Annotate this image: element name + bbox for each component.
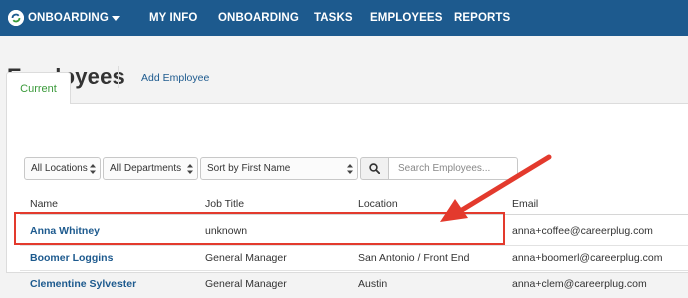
row-divider: [20, 245, 688, 246]
sort-select-value: Sort by First Name: [207, 163, 291, 174]
email-cell: anna+clem@careerplug.com: [512, 278, 647, 290]
location-cell: Austin: [358, 278, 388, 290]
job-title-cell: General Manager: [205, 278, 287, 290]
nav-my-info[interactable]: MY INFO: [149, 0, 197, 36]
chevron-down-icon: [111, 15, 120, 21]
employee-name-link[interactable]: Boomer Loggins: [30, 252, 113, 264]
sort-select[interactable]: Sort by First Name: [200, 157, 358, 180]
nav-tasks[interactable]: TASKS: [314, 0, 353, 36]
careerplug-logo-icon: [8, 10, 24, 26]
employee-name-link[interactable]: Clementine Sylvester: [30, 278, 136, 290]
sort-arrows-icon: [90, 164, 96, 174]
departments-select-value: All Departments: [110, 163, 182, 174]
departments-select[interactable]: All Departments: [103, 157, 198, 180]
locations-select[interactable]: All Locations: [24, 157, 101, 180]
row-divider: [20, 270, 688, 271]
highlight-box-annotation: [14, 212, 505, 245]
column-header-name[interactable]: Name: [30, 198, 58, 210]
employees-panel: [6, 103, 688, 273]
column-header-job-title[interactable]: Job Title: [205, 198, 244, 210]
brand-menu[interactable]: ONBOARDING: [8, 0, 120, 36]
title-divider: [118, 66, 119, 88]
column-header-email[interactable]: Email: [512, 198, 538, 210]
add-employee-link[interactable]: Add Employee: [141, 72, 209, 84]
locations-select-value: All Locations: [31, 163, 88, 174]
top-nav-bar: ONBOARDING MY INFO ONBOARDING TASKS EMPL…: [0, 0, 688, 36]
search-icon: [369, 163, 380, 174]
search-employees-input[interactable]: Search Employees...: [388, 157, 518, 180]
email-cell: anna+boomerl@careerplug.com: [512, 252, 663, 264]
nav-employees[interactable]: EMPLOYEES: [370, 0, 442, 36]
column-header-location[interactable]: Location: [358, 198, 398, 210]
nav-reports[interactable]: REPORTS: [454, 0, 510, 36]
email-cell: anna+coffee@careerplug.com: [512, 225, 653, 237]
sort-arrows-icon: [187, 164, 193, 174]
nav-onboarding[interactable]: ONBOARDING: [218, 0, 299, 36]
job-title-cell: General Manager: [205, 252, 287, 264]
brand-label: ONBOARDING: [28, 12, 109, 24]
location-cell: San Antonio / Front End: [358, 252, 470, 264]
sort-arrows-icon: [347, 164, 353, 174]
tab-current[interactable]: Current: [6, 72, 71, 104]
search-button[interactable]: [360, 157, 389, 180]
